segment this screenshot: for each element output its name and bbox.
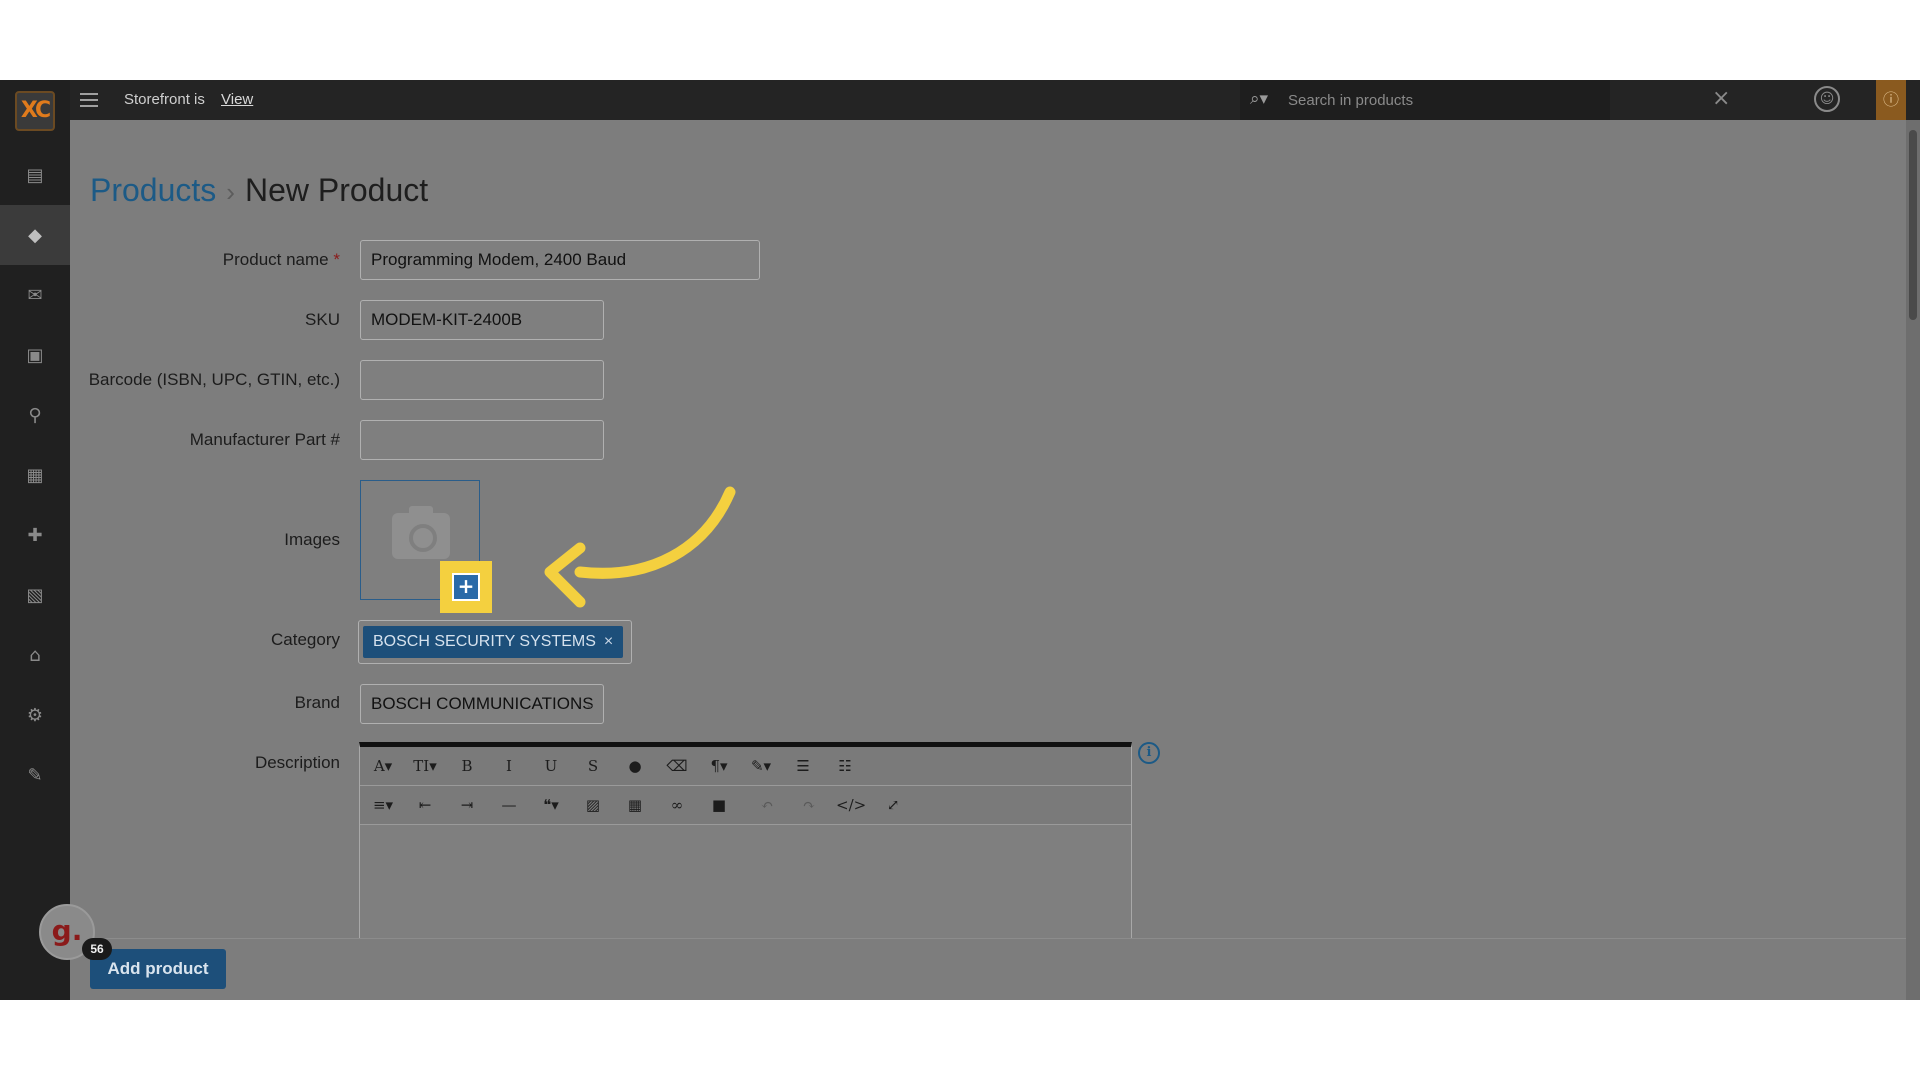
insert-table-button[interactable]: ▦	[620, 794, 650, 816]
editor-toolbar-row-2: ≡▾ ⇤ ⇥ — ❝▾ ▨ ▦ ∞ ■ ↶ ↷ </> ⤢	[360, 786, 1131, 825]
mpn-label: Manufacturer Part #	[189, 430, 340, 449]
sku-input[interactable]	[360, 300, 604, 340]
tags-icon[interactable]: ◆	[0, 205, 70, 265]
insert-image-button[interactable]: ▨	[578, 794, 608, 816]
mail-icon[interactable]: ✉	[0, 265, 70, 325]
bold-button[interactable]: B	[452, 755, 482, 777]
image-icon[interactable]: ▧	[0, 565, 70, 625]
app-logo[interactable]: XC	[15, 91, 55, 131]
mpn-input[interactable]	[360, 420, 604, 460]
redo-button[interactable]: ↷	[794, 794, 824, 816]
breadcrumb-products-link[interactable]: Products	[90, 172, 216, 208]
ordered-list-button[interactable]: ☰	[788, 755, 818, 777]
orders-icon[interactable]: ▤	[0, 145, 70, 205]
category-tag: BOSCH SECURITY SYSTEMS ×	[363, 626, 624, 658]
undo-button[interactable]: ↶	[752, 794, 782, 816]
search-input[interactable]	[1288, 87, 1578, 113]
scrollbar-thumb[interactable]	[1909, 130, 1917, 320]
add-image-button[interactable]: +	[452, 573, 480, 601]
info-icon[interactable]: ⓘ	[1876, 80, 1906, 120]
category-label: Category	[271, 630, 340, 649]
unordered-list-button[interactable]: ☷	[830, 755, 860, 777]
gear-icon[interactable]: ⚙	[0, 685, 70, 745]
video-button[interactable]: ■	[704, 794, 734, 816]
remove-category-icon[interactable]: ×	[604, 633, 613, 650]
barcode-input[interactable]	[360, 360, 604, 400]
images-label: Images	[284, 530, 340, 549]
brand-label: Brand	[294, 693, 340, 712]
annotation-arrow-icon	[544, 486, 736, 608]
breadcrumb: Products › New Product	[90, 172, 428, 209]
brand-selected-value: BOSCH COMMUNICATIONS	[371, 694, 594, 713]
breadcrumb-separator: ›	[226, 177, 235, 207]
required-mark: *	[333, 250, 340, 269]
editor-toolbar-row-1: A▾ TI▾ B I U S ● ⌫ ¶▾ ✎▾ ☰ ☷	[360, 747, 1131, 786]
add-product-button[interactable]: Add product	[90, 949, 226, 989]
quote-button[interactable]: ❝▾	[536, 794, 566, 816]
menu-icon[interactable]	[80, 89, 98, 111]
sidebar: XC ▤ ◆ ✉ ▣ ⚲ ▦ ✚ ▧ ⌂ ⚙ ✎	[0, 80, 70, 1000]
puzzle-icon[interactable]: ✚	[0, 505, 70, 565]
chevron-down-icon: ⌄	[584, 697, 595, 711]
italic-button[interactable]: I	[494, 755, 524, 777]
notification-badge: 56	[82, 938, 112, 960]
paragraph-button[interactable]: ¶▾	[704, 755, 734, 777]
app-window: XC ▤◆✉▣⚲▦✚▧⌂⚙✎ Storefront is View ⌕▾ × ☺…	[0, 80, 1920, 1000]
product-name-label-text: Product name	[222, 250, 329, 269]
link-button[interactable]: ∞	[662, 794, 692, 816]
horizontal-rule-button[interactable]: —	[494, 794, 524, 816]
sku-label: SKU	[305, 310, 340, 329]
page-icon[interactable]: ▦	[0, 445, 70, 505]
gift-icon[interactable]: ▣	[0, 325, 70, 385]
code-view-button[interactable]: </>	[836, 794, 866, 816]
clear-format-button[interactable]: ⌫	[662, 755, 692, 777]
storefront-status-text: Storefront is	[124, 91, 205, 108]
network-icon[interactable]: ⚲	[0, 385, 70, 445]
barcode-label: Barcode (ISBN, UPC, GTIN, etc.)	[88, 370, 340, 389]
align-button[interactable]: ≡▾	[368, 794, 398, 816]
description-label: Description	[254, 753, 340, 772]
wrench-icon[interactable]: ✎	[0, 745, 70, 805]
font-style-button[interactable]: A▾	[368, 755, 398, 777]
brand-select[interactable]: BOSCH COMMUNICATIONS ⌄	[360, 684, 604, 724]
user-icon[interactable]: ☺	[1814, 86, 1840, 112]
camera-icon	[392, 506, 450, 559]
search-icon[interactable]: ⌕▾	[1250, 89, 1268, 109]
description-info-icon[interactable]: i	[1138, 742, 1160, 764]
outdent-button[interactable]: ⇤	[410, 794, 440, 816]
product-name-label: Product name *	[223, 250, 340, 270]
category-selector[interactable]: BOSCH SECURITY SYSTEMS ×	[358, 620, 632, 664]
page-title: New Product	[244, 172, 429, 208]
close-icon[interactable]: ×	[1712, 86, 1730, 111]
underline-button[interactable]: U	[536, 755, 566, 777]
page-scrollbar[interactable]	[1906, 120, 1920, 1000]
product-name-input[interactable]	[360, 240, 760, 280]
indent-button[interactable]: ⇥	[452, 794, 482, 816]
category-tag-label: BOSCH SECURITY SYSTEMS	[373, 633, 596, 650]
strikethrough-button[interactable]: S	[578, 755, 608, 777]
font-size-button[interactable]: TI▾	[410, 755, 440, 777]
style-button[interactable]: ✎▾	[746, 755, 776, 777]
sticky-footer: Add product	[70, 938, 1906, 1000]
storefront-view-link[interactable]: View	[221, 91, 253, 108]
color-button[interactable]: ●	[620, 755, 650, 777]
store-icon[interactable]: ⌂	[0, 625, 70, 685]
fullscreen-button[interactable]: ⤢	[878, 794, 908, 816]
top-bar: Storefront is View	[70, 80, 1920, 120]
